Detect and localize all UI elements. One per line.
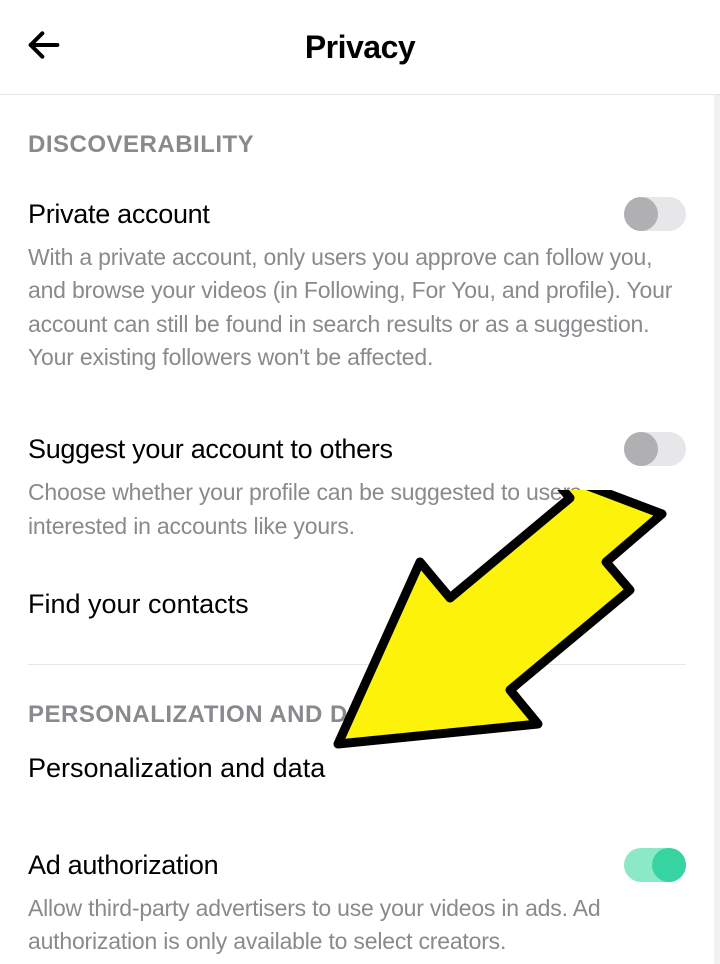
- toggle-knob-icon: [624, 432, 658, 466]
- suggest-account-description: Choose whether your profile can be sugge…: [28, 476, 686, 543]
- setting-suggest-account: Suggest your account to others Choose wh…: [28, 388, 686, 557]
- ad-authorization-toggle[interactable]: [624, 848, 686, 882]
- find-contacts-label: Find your contacts: [28, 589, 249, 619]
- page-title: Privacy: [305, 29, 415, 66]
- section-header-discoverability: DISCOVERABILITY: [28, 95, 686, 173]
- suggest-account-title: Suggest your account to others: [28, 434, 393, 465]
- setting-ad-authorization: Ad authorization Allow third-party adver…: [28, 824, 686, 964]
- page-header: Privacy: [0, 0, 720, 95]
- personalization-data-row[interactable]: Personalization and data: [28, 743, 686, 824]
- setting-private-account: Private account With a private account, …: [28, 173, 686, 388]
- private-account-description: With a private account, only users you a…: [28, 241, 686, 374]
- personalization-data-label: Personalization and data: [28, 753, 325, 783]
- arrow-left-icon: [24, 25, 64, 70]
- find-contacts-row[interactable]: Find your contacts: [28, 557, 686, 664]
- settings-scroll-area[interactable]: DISCOVERABILITY Private account With a p…: [0, 95, 720, 964]
- back-button[interactable]: [20, 23, 68, 71]
- private-account-toggle[interactable]: [624, 197, 686, 231]
- toggle-knob-icon: [652, 848, 686, 882]
- section-header-personalization: PERSONALIZATION AND DATA: [28, 665, 686, 743]
- ad-authorization-description: Allow third-party advertisers to use you…: [28, 892, 686, 959]
- ad-authorization-title: Ad authorization: [28, 850, 218, 881]
- private-account-title: Private account: [28, 199, 210, 230]
- suggest-account-toggle[interactable]: [624, 432, 686, 466]
- toggle-knob-icon: [624, 197, 658, 231]
